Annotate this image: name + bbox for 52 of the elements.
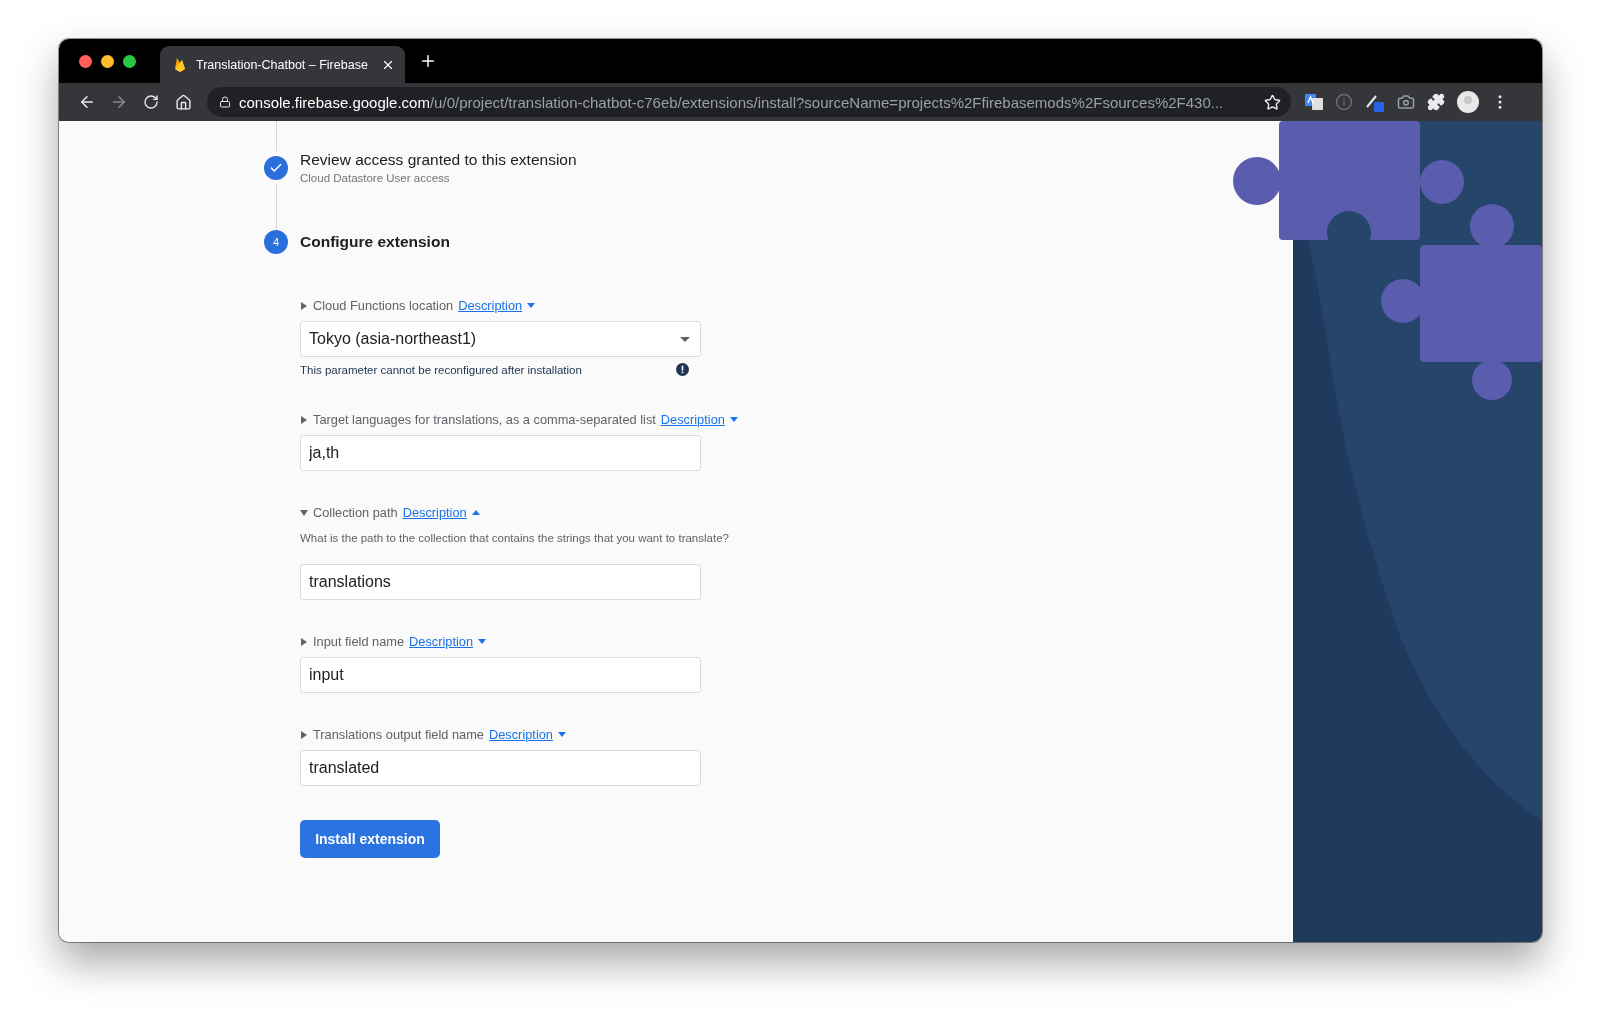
address-bar[interactable]: console.firebase.google.com/u/0/project/translation-chatbot-c76eb/extensions/install?sourceName=projects%2Ffirebasemods%2Fsources%2F430... xyxy=(207,87,1291,117)
home-icon xyxy=(174,93,192,111)
expand-triangle-icon[interactable] xyxy=(300,301,308,310)
caret-icon[interactable] xyxy=(478,639,487,644)
expand-triangle-icon[interactable] xyxy=(300,730,308,739)
step-title: Configure extension xyxy=(300,233,450,251)
description-link[interactable]: Description xyxy=(488,727,553,742)
text-input-field[interactable]: ja,th xyxy=(300,435,701,471)
star-icon[interactable] xyxy=(1264,93,1281,111)
tab-title: Translation-Chatbot – Firebase xyxy=(196,57,369,72)
description-link[interactable]: Description xyxy=(458,298,523,313)
expand-triangle-icon[interactable] xyxy=(300,637,308,646)
text-input-field[interactable]: input xyxy=(300,657,701,693)
camera-icon[interactable] xyxy=(1397,93,1415,111)
caret-icon[interactable] xyxy=(729,417,738,422)
browser-tab[interactable]: Translation-Chatbot – Firebase xyxy=(160,46,405,83)
description-link[interactable]: Description xyxy=(660,412,725,427)
url-text: console.firebase.google.com/u/0/project/translation-chatbot-c76eb/extensions/install?sourceName=projects%2Ffirebasemods%2Fsources%2F430... xyxy=(239,93,1225,111)
caret-icon[interactable] xyxy=(471,510,480,515)
new-tab-icon[interactable] xyxy=(419,52,437,70)
forward-arrow-icon xyxy=(110,93,128,111)
caret-icon[interactable] xyxy=(558,732,566,737)
minimize-window-button[interactable] xyxy=(101,54,114,68)
install-extension-button[interactable]: Install extension xyxy=(300,820,440,858)
parameter-label: Target languages for translations, as a comma-separated list xyxy=(313,412,656,427)
description-link[interactable]: Description xyxy=(409,634,474,649)
expand-triangle-icon[interactable] xyxy=(300,508,308,517)
zoom-window-button[interactable] xyxy=(123,54,136,68)
dropdown-arrow-icon xyxy=(680,336,690,342)
parameter-note: This parameter cannot be reconfigured after installation xyxy=(300,363,582,376)
translate-icon[interactable] xyxy=(1305,93,1323,111)
caret-icon[interactable] xyxy=(527,303,536,308)
avatar-icon[interactable] xyxy=(1457,91,1479,113)
parameter-label: Input field name xyxy=(313,634,405,649)
puzzle-icon[interactable] xyxy=(1427,93,1445,111)
step-title: Review access granted to this extension xyxy=(300,151,577,169)
text-input-field[interactable]: translated xyxy=(300,750,701,786)
close-window-button[interactable] xyxy=(79,54,92,68)
parameter-label: Translations output field name xyxy=(313,727,484,742)
flame-icon xyxy=(174,56,186,73)
parameter-label: Collection path xyxy=(313,505,398,520)
parameter-label: Cloud Functions location xyxy=(313,298,454,313)
step-subtitle: Cloud Datastore User access xyxy=(300,172,451,184)
parameter-description: What is the path to the collection that contains the strings that you want to translate? xyxy=(300,532,730,544)
lock-icon xyxy=(219,96,231,108)
reload-icon xyxy=(143,94,159,110)
expand-triangle-icon[interactable] xyxy=(300,415,308,424)
text-input-field[interactable]: translations xyxy=(300,564,701,600)
location-select[interactable]: Tokyo (asia-northeast1) xyxy=(300,321,701,357)
warning-icon xyxy=(676,363,689,376)
description-link[interactable]: Description xyxy=(402,505,467,520)
step-marker: 4 xyxy=(264,230,288,254)
